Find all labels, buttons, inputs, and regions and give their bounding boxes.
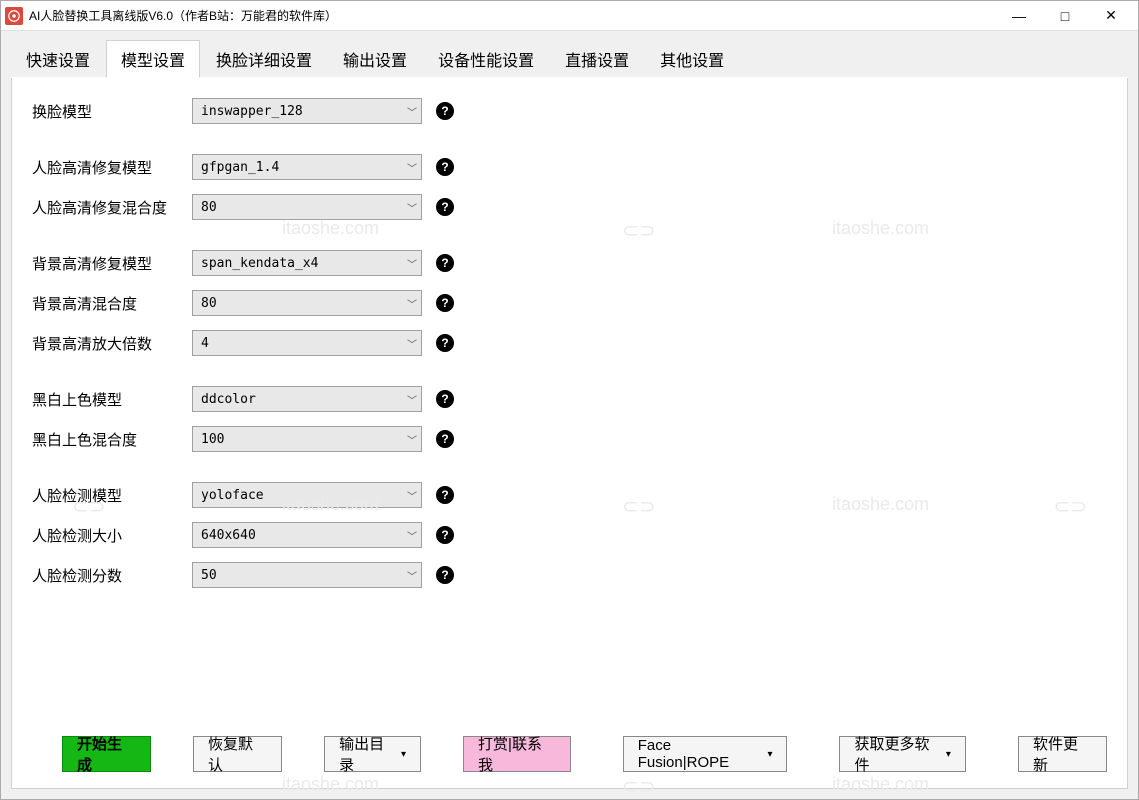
content-area: 快速设置 模型设置 换脸详细设置 输出设置 设备性能设置 直播设置 其他设置 换… bbox=[1, 31, 1138, 799]
label-bg-upscale: 背景高清放大倍数 bbox=[32, 333, 192, 354]
window-title: AI人脸替换工具离线版V6.0（作者B站：万能君的软件库） bbox=[29, 7, 996, 24]
maximize-button[interactable]: □ bbox=[1042, 1, 1088, 31]
row-face-enhance-blend: 人脸高清修复混合度 80 ﹀ ? bbox=[32, 194, 1107, 220]
label-bw-color-blend: 黑白上色混合度 bbox=[32, 429, 192, 450]
help-icon[interactable]: ? bbox=[436, 254, 454, 272]
tab-quick-settings[interactable]: 快速设置 bbox=[11, 40, 105, 78]
row-face-enhance-model: 人脸高清修复模型 gfpgan_1.4 ﹀ ? bbox=[32, 154, 1107, 180]
chevron-down-icon: ﹀ bbox=[407, 256, 417, 271]
start-button[interactable]: 开始生成 bbox=[62, 736, 151, 772]
combo-value: 640x640 bbox=[201, 528, 256, 543]
update-button[interactable]: 软件更新 bbox=[1018, 736, 1107, 772]
bottom-bar: 开始生成 恢复默认 输出目录▾ 打赏|联系我 Face Fusion|ROPE▾… bbox=[32, 730, 1107, 778]
chevron-down-icon: ﹀ bbox=[407, 392, 417, 407]
combo-face-enhance-model[interactable]: gfpgan_1.4 ﹀ bbox=[192, 154, 422, 180]
form-area: 换脸模型 inswapper_128 ﹀ ? 人脸高清修复模型 gfpgan_1… bbox=[32, 98, 1107, 730]
row-face-detect-score: 人脸检测分数 50 ﹀ ? bbox=[32, 562, 1107, 588]
chevron-down-icon: ▾ bbox=[946, 749, 951, 760]
chevron-down-icon: ﹀ bbox=[407, 568, 417, 583]
row-bw-color-blend: 黑白上色混合度 100 ﹀ ? bbox=[32, 426, 1107, 452]
output-dir-button[interactable]: 输出目录▾ bbox=[324, 736, 421, 772]
window-controls: — □ ✕ bbox=[996, 1, 1134, 31]
close-button[interactable]: ✕ bbox=[1088, 1, 1134, 31]
tab-device[interactable]: 设备性能设置 bbox=[423, 40, 549, 78]
combo-bg-enhance-blend[interactable]: 80 ﹀ bbox=[192, 290, 422, 316]
button-label: 获取更多软件 bbox=[854, 733, 942, 775]
combo-value: 100 bbox=[201, 432, 224, 447]
help-icon[interactable]: ? bbox=[436, 294, 454, 312]
help-icon[interactable]: ? bbox=[436, 430, 454, 448]
row-swap-model: 换脸模型 inswapper_128 ﹀ ? bbox=[32, 98, 1107, 124]
combo-value: 80 bbox=[201, 200, 217, 215]
reset-button[interactable]: 恢复默认 bbox=[193, 736, 282, 772]
combo-bg-upscale[interactable]: 4 ﹀ bbox=[192, 330, 422, 356]
row-bg-upscale: 背景高清放大倍数 4 ﹀ ? bbox=[32, 330, 1107, 356]
button-label: Face Fusion|ROPE bbox=[638, 737, 765, 771]
label-face-detect-size: 人脸检测大小 bbox=[32, 525, 192, 546]
tab-panel: 换脸模型 inswapper_128 ﹀ ? 人脸高清修复模型 gfpgan_1… bbox=[11, 78, 1128, 789]
tab-live[interactable]: 直播设置 bbox=[550, 40, 644, 78]
tab-other[interactable]: 其他设置 bbox=[645, 40, 739, 78]
chevron-down-icon: ﹀ bbox=[407, 160, 417, 175]
tab-bar: 快速设置 模型设置 换脸详细设置 输出设置 设备性能设置 直播设置 其他设置 bbox=[11, 39, 1128, 78]
combo-swap-model[interactable]: inswapper_128 ﹀ bbox=[192, 98, 422, 124]
help-icon[interactable]: ? bbox=[436, 198, 454, 216]
label-swap-model: 换脸模型 bbox=[32, 101, 192, 122]
help-icon[interactable]: ? bbox=[436, 334, 454, 352]
app-window: AI人脸替换工具离线版V6.0（作者B站：万能君的软件库） — □ ✕ 快速设置… bbox=[0, 0, 1139, 800]
help-icon[interactable]: ? bbox=[436, 158, 454, 176]
help-icon[interactable]: ? bbox=[436, 566, 454, 584]
get-more-button[interactable]: 获取更多软件 ▾ bbox=[839, 736, 965, 772]
combo-value: yoloface bbox=[201, 488, 264, 503]
row-bg-enhance-model: 背景高清修复模型 span_kendata_x4 ﹀ ? bbox=[32, 250, 1107, 276]
label-face-detect-score: 人脸检测分数 bbox=[32, 565, 192, 586]
combo-face-detect-model[interactable]: yoloface ﹀ bbox=[192, 482, 422, 508]
tab-output[interactable]: 输出设置 bbox=[328, 40, 422, 78]
chevron-down-icon: ﹀ bbox=[407, 528, 417, 543]
label-face-detect-model: 人脸检测模型 bbox=[32, 485, 192, 506]
chevron-down-icon: ﹀ bbox=[407, 296, 417, 311]
label-bw-color-model: 黑白上色模型 bbox=[32, 389, 192, 410]
button-label: 输出目录 bbox=[339, 733, 398, 775]
help-icon[interactable]: ? bbox=[436, 486, 454, 504]
row-face-detect-model: 人脸检测模型 yoloface ﹀ ? bbox=[32, 482, 1107, 508]
combo-bw-color-blend[interactable]: 100 ﹀ bbox=[192, 426, 422, 452]
combo-value: ddcolor bbox=[201, 392, 256, 407]
chevron-down-icon: ﹀ bbox=[407, 488, 417, 503]
tab-model-settings[interactable]: 模型设置 bbox=[106, 40, 200, 78]
chevron-down-icon: ﹀ bbox=[407, 200, 417, 215]
minimize-button[interactable]: — bbox=[996, 1, 1042, 31]
label-face-enhance-blend: 人脸高清修复混合度 bbox=[32, 197, 192, 218]
app-icon bbox=[5, 7, 23, 25]
label-bg-enhance-model: 背景高清修复模型 bbox=[32, 253, 192, 274]
combo-face-detect-size[interactable]: 640x640 ﹀ bbox=[192, 522, 422, 548]
combo-bw-color-model[interactable]: ddcolor ﹀ bbox=[192, 386, 422, 412]
tab-swap-detail[interactable]: 换脸详细设置 bbox=[201, 40, 327, 78]
help-icon[interactable]: ? bbox=[436, 526, 454, 544]
combo-value: span_kendata_x4 bbox=[201, 256, 318, 271]
row-bg-enhance-blend: 背景高清混合度 80 ﹀ ? bbox=[32, 290, 1107, 316]
row-bw-color-model: 黑白上色模型 ddcolor ﹀ ? bbox=[32, 386, 1107, 412]
chevron-down-icon: ﹀ bbox=[407, 336, 417, 351]
label-face-enhance-model: 人脸高清修复模型 bbox=[32, 157, 192, 178]
titlebar: AI人脸替换工具离线版V6.0（作者B站：万能君的软件库） — □ ✕ bbox=[1, 1, 1138, 31]
chevron-down-icon: ▾ bbox=[767, 749, 772, 760]
combo-value: 50 bbox=[201, 568, 217, 583]
facefusion-button[interactable]: Face Fusion|ROPE▾ bbox=[623, 736, 788, 772]
chevron-down-icon: ▾ bbox=[401, 749, 406, 760]
chevron-down-icon: ﹀ bbox=[407, 432, 417, 447]
combo-value: 80 bbox=[201, 296, 217, 311]
combo-value: inswapper_128 bbox=[201, 104, 303, 119]
combo-value: gfpgan_1.4 bbox=[201, 160, 279, 175]
chevron-down-icon: ﹀ bbox=[407, 104, 417, 119]
donate-button[interactable]: 打赏|联系我 bbox=[463, 736, 571, 772]
combo-value: 4 bbox=[201, 336, 209, 351]
help-icon[interactable]: ? bbox=[436, 390, 454, 408]
combo-bg-enhance-model[interactable]: span_kendata_x4 ﹀ bbox=[192, 250, 422, 276]
combo-face-detect-score[interactable]: 50 ﹀ bbox=[192, 562, 422, 588]
combo-face-enhance-blend[interactable]: 80 ﹀ bbox=[192, 194, 422, 220]
help-icon[interactable]: ? bbox=[436, 102, 454, 120]
row-face-detect-size: 人脸检测大小 640x640 ﹀ ? bbox=[32, 522, 1107, 548]
label-bg-enhance-blend: 背景高清混合度 bbox=[32, 293, 192, 314]
